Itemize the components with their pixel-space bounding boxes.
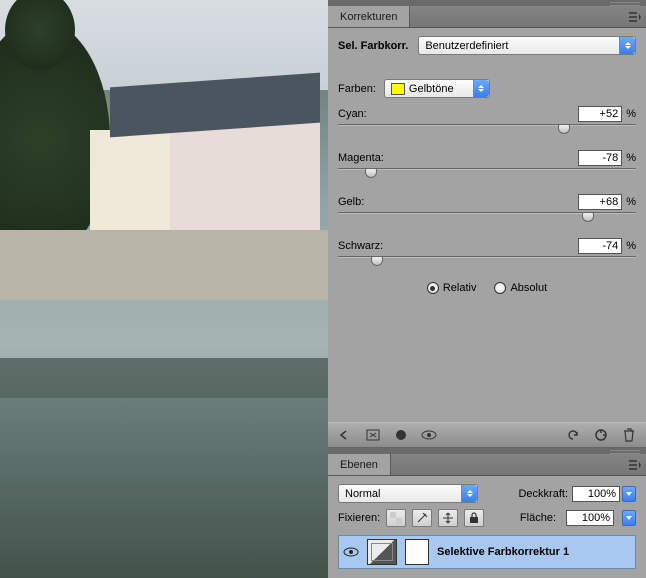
percent-label: % xyxy=(626,152,636,164)
fill-input[interactable] xyxy=(566,510,614,526)
korrekturen-tab[interactable]: Korrekturen xyxy=(328,6,410,27)
method-absolut-radio[interactable]: Absolut xyxy=(494,282,547,294)
lock-pixels-icon[interactable] xyxy=(412,509,432,527)
farben-label: Farben: xyxy=(338,83,376,95)
lock-label: Fixieren: xyxy=(338,512,380,524)
color-swatch-icon xyxy=(391,83,405,95)
layer-row[interactable]: Selektive Farbkorrektur 1 xyxy=(338,535,636,569)
dropdown-arrow-icon[interactable] xyxy=(622,486,636,502)
lock-position-icon[interactable] xyxy=(438,509,458,527)
panel-menu-icon[interactable] xyxy=(624,454,646,476)
ebenen-tab-label: Ebenen xyxy=(340,459,378,471)
lock-transparency-icon[interactable] xyxy=(386,509,406,527)
percent-label: % xyxy=(626,108,636,120)
magenta-value-input[interactable] xyxy=(578,150,622,166)
panel-grip[interactable] xyxy=(328,0,646,6)
schwarz-slider[interactable] xyxy=(338,256,636,268)
cyan-label: Cyan: xyxy=(338,108,367,120)
reset-icon[interactable] xyxy=(592,427,610,443)
clip-layer-icon[interactable] xyxy=(392,427,410,443)
back-arrow-icon[interactable] xyxy=(336,427,354,443)
percent-label: % xyxy=(626,240,636,252)
expand-view-icon[interactable] xyxy=(364,427,382,443)
previous-state-icon[interactable] xyxy=(564,427,582,443)
chevron-updown-icon xyxy=(473,80,489,97)
fill-label: Fläche: xyxy=(520,512,556,524)
absolut-label: Absolut xyxy=(510,282,547,294)
gelb-slider[interactable] xyxy=(338,212,636,224)
visibility-eye-icon[interactable] xyxy=(343,544,359,560)
toggle-visibility-icon[interactable] xyxy=(420,427,438,443)
document-image xyxy=(0,0,328,578)
opacity-label: Deckkraft: xyxy=(518,488,568,500)
preset-value: Benutzerdefiniert xyxy=(425,40,508,52)
opacity-input[interactable] xyxy=(572,486,620,502)
magenta-label: Magenta: xyxy=(338,152,384,164)
slider-thumb[interactable] xyxy=(365,168,377,178)
method-relativ-radio[interactable]: Relativ xyxy=(427,282,477,294)
blend-mode-dropdown[interactable]: Normal xyxy=(338,484,478,503)
adjustment-layer-thumb[interactable] xyxy=(367,539,397,565)
korrekturen-tab-label: Korrekturen xyxy=(340,11,397,23)
relativ-label: Relativ xyxy=(443,282,477,294)
dropdown-arrow-icon[interactable] xyxy=(622,510,636,526)
chevron-updown-icon xyxy=(619,37,635,54)
gelb-value-input[interactable] xyxy=(578,194,622,210)
schwarz-value-input[interactable] xyxy=(578,238,622,254)
magenta-slider[interactable] xyxy=(338,168,636,180)
percent-label: % xyxy=(626,196,636,208)
panel-menu-icon[interactable] xyxy=(624,6,646,28)
layer-mask-thumb[interactable] xyxy=(405,539,429,565)
cyan-value-input[interactable] xyxy=(578,106,622,122)
slider-thumb[interactable] xyxy=(371,256,383,266)
radio-icon xyxy=(494,282,506,294)
adjustment-type-label: Sel. Farbkorr. xyxy=(338,40,408,52)
farben-value: Gelbtöne xyxy=(409,83,454,95)
schwarz-label: Schwarz: xyxy=(338,240,383,252)
layer-name-label: Selektive Farbkorrektur 1 xyxy=(437,546,569,558)
panel-grip[interactable] xyxy=(328,448,646,454)
ebenen-tab[interactable]: Ebenen xyxy=(328,454,391,475)
farben-dropdown[interactable]: Gelbtöne xyxy=(384,79,490,98)
gelb-label: Gelb: xyxy=(338,196,364,208)
cyan-slider[interactable] xyxy=(338,124,636,136)
trash-icon[interactable] xyxy=(620,427,638,443)
slider-thumb[interactable] xyxy=(558,124,570,134)
radio-icon xyxy=(427,282,439,294)
slider-thumb[interactable] xyxy=(582,212,594,222)
preset-dropdown[interactable]: Benutzerdefiniert xyxy=(418,36,636,55)
blend-mode-value: Normal xyxy=(345,488,380,500)
chevron-updown-icon xyxy=(461,485,477,502)
lock-all-icon[interactable] xyxy=(464,509,484,527)
